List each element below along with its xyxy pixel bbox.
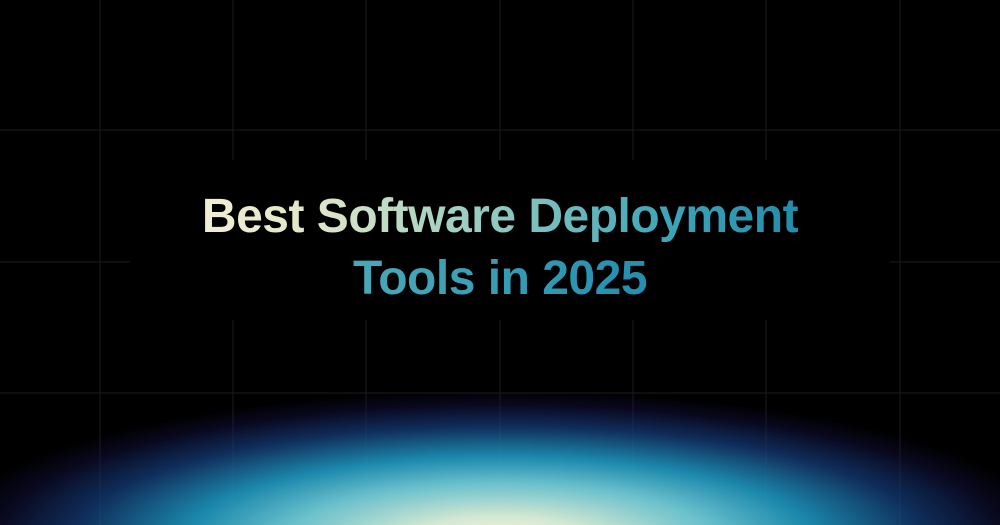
title-line-1: Best Software Deployment (174, 186, 826, 248)
hero-banner: Best Software Deployment Tools in 2025 (0, 0, 1000, 525)
title-line-2: Tools in 2025 (174, 248, 826, 310)
page-title: Best Software Deployment Tools in 2025 (0, 186, 1000, 310)
